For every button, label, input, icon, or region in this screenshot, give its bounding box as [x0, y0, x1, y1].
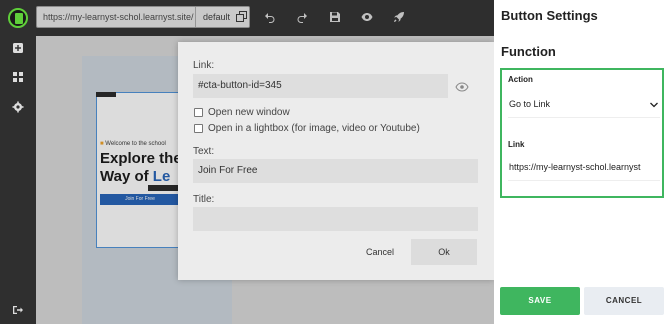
dialog-ok-button[interactable]: Ok	[411, 239, 477, 265]
action-select[interactable]: Go to Link	[508, 94, 660, 118]
link-preview-icon[interactable]	[455, 80, 469, 94]
left-sidebar	[0, 0, 36, 324]
text-label: Text:	[193, 146, 215, 157]
cancel-button[interactable]: CANCEL	[584, 287, 664, 315]
link-label: Link:	[193, 60, 215, 71]
dialog-cancel-button[interactable]: Cancel	[362, 239, 398, 265]
chevron-down-icon	[650, 102, 658, 108]
add-block-icon[interactable]	[12, 42, 24, 54]
logo-mark	[15, 13, 23, 24]
open-new-window-label: Open new window	[208, 107, 290, 118]
layout-icon[interactable]	[12, 71, 24, 83]
action-label: Action	[508, 75, 533, 84]
link-field-label: Link	[508, 140, 525, 149]
panel-title: Button Settings	[501, 8, 598, 23]
app-logo[interactable]	[8, 8, 28, 28]
link-input[interactable]: #cta-button-id=345	[193, 74, 448, 98]
logout-icon[interactable]	[12, 304, 24, 316]
settings-gear-icon[interactable]	[12, 101, 24, 113]
function-settings-box: Action Go to Link Link https://my-learny…	[500, 68, 664, 198]
panel-subtitle: Function	[501, 44, 556, 59]
button-settings-panel: Button Settings Function Action Go to Li…	[494, 0, 670, 324]
open-new-window-checkbox[interactable]	[194, 108, 203, 117]
title-input[interactable]	[193, 207, 478, 231]
action-select-value: Go to Link	[509, 99, 551, 109]
title-label: Title:	[193, 194, 215, 205]
save-button[interactable]: SAVE	[500, 287, 580, 315]
open-lightbox-checkbox[interactable]	[194, 124, 203, 133]
link-dialog: Link: #cta-button-id=345 Open new window…	[178, 42, 494, 280]
link-url-input[interactable]: https://my-learnyst-schol.learnyst	[508, 157, 660, 181]
text-input[interactable]: Join For Free	[193, 159, 478, 183]
open-lightbox-label: Open in a lightbox (for image, video or …	[208, 123, 420, 134]
